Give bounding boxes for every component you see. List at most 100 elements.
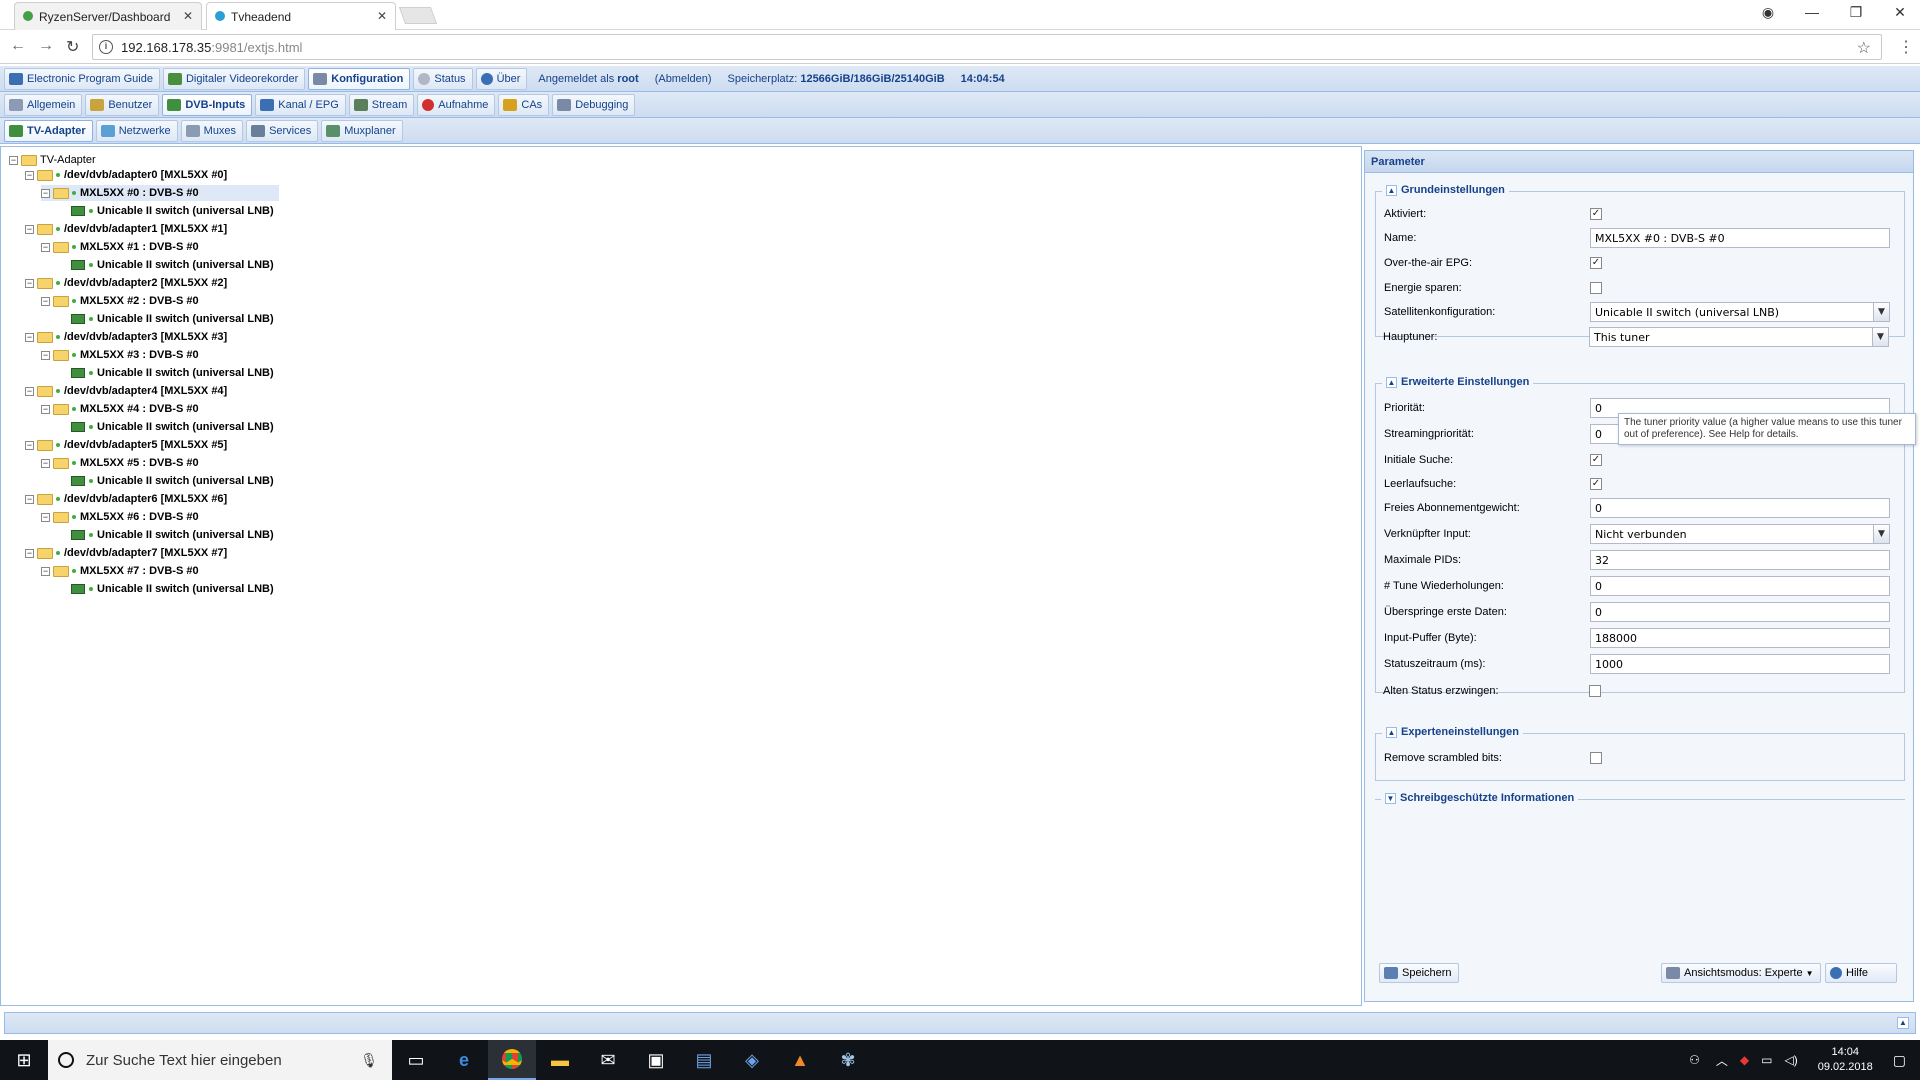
tray-chevron-icon[interactable]: ︿ [1716, 1052, 1728, 1069]
tab-cas[interactable]: CAs [498, 93, 550, 116]
tree-satconf[interactable]: Unicable II switch (universal LNB) [71, 527, 274, 543]
collapse-icon[interactable]: − [25, 440, 34, 450]
name-input[interactable]: MXL5XX #0 : DVB-S #0 [1590, 228, 1890, 248]
tree-adapter[interactable]: −/dev/dvb/adapter4 [MXL5XX #4] [25, 383, 227, 399]
tree-adapter[interactable]: −/dev/dvb/adapter3 [MXL5XX #3] [25, 329, 227, 345]
people-icon[interactable]: ⚇ [1689, 1053, 1700, 1067]
windows-start-icon[interactable]: ⊞ [0, 1040, 48, 1080]
tree-satconf[interactable]: Unicable II switch (universal LNB) [71, 473, 274, 489]
tree-adapter[interactable]: −/dev/dvb/adapter5 [MXL5XX #5] [25, 437, 227, 453]
tree-frontend[interactable]: − MXL5XX #0 : DVB-S #0 [41, 185, 279, 201]
tree-root[interactable]: − TV-Adapter [9, 152, 96, 168]
minimize-icon[interactable]: — [1792, 4, 1832, 20]
tree-satconf[interactable]: Unicable II switch (universal LNB) [71, 365, 274, 381]
collapse-icon[interactable]: − [41, 458, 50, 468]
logout-link[interactable]: (Abmelden) [655, 73, 712, 85]
tree-satconf[interactable]: Unicable II switch (universal LNB) [71, 311, 274, 327]
edge-icon[interactable]: e [440, 1040, 488, 1080]
address-bar[interactable]: i 192.168.178.35:9981/extjs.html ☆ [92, 34, 1882, 60]
tab-tv-adapters[interactable]: TV-Adapter [4, 119, 93, 142]
site-info-icon[interactable]: i [99, 40, 113, 54]
antivirus-icon[interactable]: ◆ [1740, 1053, 1749, 1067]
store-icon[interactable]: ▣ [632, 1040, 680, 1080]
tree-adapter[interactable]: −/dev/dvb/adapter7 [MXL5XX #7] [25, 545, 227, 561]
save-button[interactable]: Speichern [1379, 963, 1459, 983]
clock[interactable]: 14:04 09.02.2018 [1818, 1045, 1873, 1075]
collapse-icon[interactable]: − [25, 386, 34, 396]
skip-initial-input[interactable]: 0 [1590, 602, 1890, 622]
tree-adapter[interactable]: −/dev/dvb/adapter1 [MXL5XX #1] [25, 221, 227, 237]
restore-icon[interactable]: ❐ [1836, 4, 1876, 21]
free-sub-weight-input[interactable]: 0 [1590, 498, 1890, 518]
ota-epg-checkbox[interactable]: ✓ [1590, 257, 1602, 269]
dropdown-icon[interactable]: ▼ [1872, 328, 1888, 346]
power-save-checkbox[interactable] [1590, 282, 1602, 294]
back-icon[interactable]: ← [10, 37, 26, 55]
reload-icon[interactable]: ↻ [66, 37, 79, 57]
tab-about[interactable]: Über [475, 67, 528, 90]
tree-satconf[interactable]: Unicable II switch (universal LNB) [71, 257, 274, 273]
collapse-icon[interactable]: − [9, 155, 18, 165]
help-button[interactable]: Hilfe [1825, 963, 1897, 983]
mail-icon[interactable]: ✉ [584, 1040, 632, 1080]
volume-icon[interactable]: ◁) [1784, 1053, 1797, 1067]
tab-dvb-inputs[interactable]: DVB-Inputs [162, 93, 253, 116]
tab-epg[interactable]: Electronic Program Guide [4, 67, 160, 90]
tree-frontend[interactable]: − MXL5XX #7 : DVB-S #0 [41, 563, 199, 579]
scrambled-bits-checkbox[interactable] [1590, 752, 1602, 764]
tree-frontend[interactable]: − MXL5XX #3 : DVB-S #0 [41, 347, 199, 363]
master-tuner-select[interactable]: This tuner ▼ [1589, 327, 1889, 347]
tab-networks[interactable]: Netzwerke [95, 119, 178, 142]
profile-icon[interactable]: ◉ [1748, 4, 1788, 21]
tab-debugging[interactable]: Debugging [552, 93, 636, 116]
collapse-icon[interactable]: − [25, 332, 34, 342]
collapse-icon[interactable]: − [41, 512, 50, 522]
tree-frontend[interactable]: − MXL5XX #6 : DVB-S #0 [41, 509, 199, 525]
notifications-icon[interactable]: ▢ [1893, 1052, 1906, 1069]
collapse-section-icon[interactable]: ▲ [1386, 726, 1397, 738]
collapse-icon[interactable]: − [25, 224, 34, 234]
collapse-icon[interactable]: − [25, 548, 34, 558]
new-tab-button[interactable] [398, 7, 438, 24]
forward-icon[interactable]: → [38, 37, 54, 55]
vlc-icon[interactable]: ▲ [776, 1040, 824, 1080]
tree-frontend[interactable]: − MXL5XX #2 : DVB-S #0 [41, 293, 199, 309]
network-icon[interactable]: ▭ [1761, 1053, 1772, 1067]
browser-tab-dashboard[interactable]: RyzenServer/Dashboard ✕ [14, 2, 202, 30]
tab-channel-epg[interactable]: Kanal / EPG [255, 93, 346, 116]
tab-configuration[interactable]: Konfiguration [308, 67, 411, 90]
satconf-select[interactable]: Unicable II switch (universal LNB) ▼ [1590, 302, 1890, 322]
tab-recording[interactable]: Aufnahme [417, 93, 496, 116]
tab-dvr[interactable]: Digitaler Videorekorder [162, 67, 306, 90]
browser-tab-tvheadend[interactable]: Tvheadend ✕ [206, 2, 396, 30]
tab-status[interactable]: Status [413, 67, 473, 90]
collapse-icon[interactable]: − [41, 242, 50, 252]
expand-section-icon[interactable]: ▼ [1385, 792, 1396, 804]
taskbar-search[interactable]: Zur Suche Text hier eingeben 🎙 [48, 1040, 392, 1080]
input-buffer-input[interactable]: 188000 [1590, 628, 1890, 648]
tree-adapter[interactable]: −/dev/dvb/adapter0 [MXL5XX #0] [25, 167, 227, 183]
browser-menu-icon[interactable]: ⋮ [1898, 37, 1914, 57]
tab-mux-scheduler[interactable]: Muxplaner [321, 119, 403, 142]
tree-adapter[interactable]: −/dev/dvb/adapter2 [MXL5XX #2] [25, 275, 227, 291]
tree-satconf[interactable]: Unicable II switch (universal LNB) [71, 203, 274, 219]
collapse-section-icon[interactable]: ▲ [1386, 184, 1397, 196]
tree-satconf[interactable]: Unicable II switch (universal LNB) [71, 581, 274, 597]
tab-general[interactable]: Allgemein [4, 93, 83, 116]
initial-scan-checkbox[interactable]: ✓ [1590, 454, 1602, 466]
expand-log-icon[interactable]: ▲ [1897, 1017, 1909, 1029]
enabled-checkbox[interactable]: ✓ [1590, 208, 1602, 220]
window-close-icon[interactable]: ✕ [1880, 4, 1920, 21]
tree-adapter[interactable]: −/dev/dvb/adapter6 [MXL5XX #6] [25, 491, 227, 507]
tab-stream[interactable]: Stream [348, 93, 415, 116]
tree-frontend[interactable]: − MXL5XX #5 : DVB-S #0 [41, 455, 199, 471]
chrome-icon[interactable] [488, 1040, 536, 1080]
task-view-icon[interactable]: ▭ [392, 1040, 440, 1080]
collapse-icon[interactable]: − [25, 494, 34, 504]
status-period-input[interactable]: 1000 [1590, 654, 1890, 674]
collapse-icon[interactable]: − [41, 350, 50, 360]
close-tab-icon[interactable]: ✕ [183, 9, 193, 23]
collapse-icon[interactable]: − [25, 278, 34, 288]
tab-muxes[interactable]: Muxes [180, 119, 244, 142]
dropdown-icon[interactable]: ▼ [1873, 303, 1889, 321]
